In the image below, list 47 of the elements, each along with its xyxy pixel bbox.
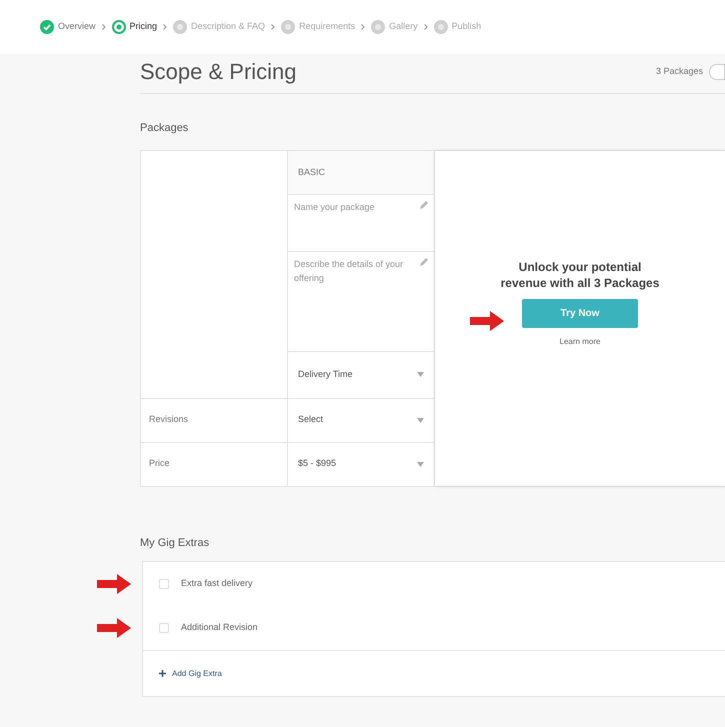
row-label: Price — [149, 457, 170, 470]
learn-more-link[interactable]: Learn more — [560, 336, 600, 348]
check-circle-icon — [40, 20, 54, 34]
step-link[interactable]: Pricing — [112, 20, 158, 34]
chevron-icon — [102, 24, 106, 30]
circle-icon — [371, 20, 386, 34]
section-heading: My Gig Extras — [140, 536, 210, 550]
select-dropdown[interactable]: $5 - $995 — [288, 442, 434, 486]
ring-icon — [112, 20, 126, 34]
step-link[interactable]: Gallery — [371, 20, 418, 34]
section-heading: Packages — [140, 121, 190, 136]
checkbox[interactable] — [159, 579, 169, 589]
circle-icon — [281, 20, 296, 34]
pointer-arrow-icon — [97, 574, 131, 594]
try-now-button[interactable]: Try Now — [522, 298, 638, 328]
step-link[interactable]: Overview — [40, 20, 96, 34]
pointer-arrow-icon — [97, 618, 131, 638]
chevron-icon — [361, 24, 366, 30]
column-header: BASIC — [298, 166, 326, 179]
pencil-icon — [420, 258, 428, 266]
step-link[interactable]: Requirements — [281, 20, 356, 34]
upsell-headline: Unlock your potential revenue with all 3 Packages — [500, 258, 660, 290]
add-extra-link[interactable]: Add Gig Extra — [172, 668, 222, 680]
caret-icon — [417, 462, 424, 467]
package-description-field[interactable]: Describe the details of your offering — [288, 252, 434, 352]
package-name-field[interactable]: Name your package — [288, 195, 434, 252]
toggle-label: 3 Packages — [656, 64, 703, 78]
pointer-arrow-icon — [470, 310, 504, 330]
extra-label: Additional Revision — [181, 621, 258, 634]
circle-icon — [173, 20, 188, 34]
select-dropdown[interactable]: Select — [288, 398, 434, 442]
checkbox[interactable] — [159, 623, 169, 633]
circle-icon — [434, 20, 448, 34]
packages-toggle[interactable] — [709, 64, 725, 80]
chevron-icon — [271, 24, 276, 30]
row-label: Revisions — [149, 413, 188, 426]
caret-icon — [417, 418, 424, 423]
chevron-icon — [163, 24, 168, 30]
caret-icon — [417, 372, 424, 378]
step-link[interactable]: Publish — [434, 20, 482, 34]
chevron-icon — [424, 24, 428, 30]
step-link[interactable]: Description & FAQ — [173, 20, 266, 34]
plus-icon — [159, 670, 166, 677]
pencil-icon — [420, 201, 428, 210]
select-dropdown[interactable]: Delivery Time — [288, 352, 434, 398]
page-title: Scope & Pricing — [140, 58, 297, 86]
extra-label: Extra fast delivery — [181, 577, 253, 590]
